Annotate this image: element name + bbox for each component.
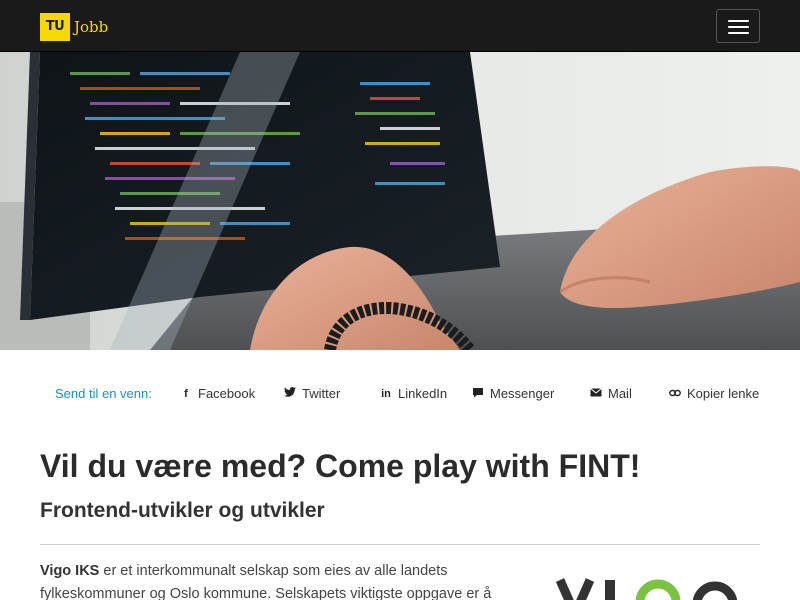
hamburger-icon-bar bbox=[728, 20, 749, 22]
share-label: Send til en venn: bbox=[55, 386, 152, 401]
tu-jobb-logo[interactable]: TU Jobb bbox=[40, 13, 108, 41]
hamburger-icon-bar bbox=[728, 26, 749, 28]
hamburger-icon-bar bbox=[728, 32, 749, 34]
share-copy-link-button[interactable]: Kopier lenke bbox=[669, 386, 759, 401]
share-messenger-button[interactable]: Messenger bbox=[472, 386, 554, 401]
facebook-icon: f bbox=[184, 387, 188, 400]
company-name: Vigo IKS bbox=[40, 563, 100, 579]
share-twitter-button[interactable]: Twitter bbox=[284, 386, 340, 401]
mail-icon bbox=[590, 387, 602, 400]
share-item-label: LinkedIn bbox=[398, 386, 448, 401]
top-navbar: TU Jobb bbox=[0, 0, 800, 52]
job-subtitle: Frontend-utvikler og utvikler bbox=[40, 499, 325, 522]
link-icon bbox=[669, 388, 681, 400]
share-item-label: Messenger bbox=[490, 386, 555, 401]
share-facebook-button[interactable]: f Facebook bbox=[180, 386, 255, 401]
job-title: Vil du være med? Come play with FINT! bbox=[40, 448, 641, 484]
hero-image bbox=[0, 52, 800, 350]
tu-logo-mark: TU bbox=[40, 13, 70, 41]
twitter-icon bbox=[284, 387, 296, 400]
hamburger-menu-button[interactable] bbox=[716, 9, 760, 43]
linkedin-icon: in bbox=[381, 387, 391, 400]
share-item-label: Twitter bbox=[302, 386, 341, 401]
share-mail-button[interactable]: Mail bbox=[590, 386, 632, 401]
share-item-label: Mail bbox=[608, 386, 632, 401]
messenger-icon bbox=[472, 387, 484, 401]
intro-text: er et interkommunalt selskap som eies av… bbox=[40, 563, 492, 600]
share-bar: Send til en venn: f Facebook Twitter in … bbox=[0, 378, 800, 410]
intro-paragraph: Vigo IKS er et interkommunalt selskap so… bbox=[40, 560, 510, 600]
share-linkedin-button[interactable]: in LinkedIn bbox=[380, 386, 447, 401]
vigo-logo bbox=[555, 574, 745, 600]
share-item-label: Kopier lenke bbox=[687, 386, 760, 401]
jobb-logo-text: Jobb bbox=[74, 18, 109, 36]
divider bbox=[40, 544, 760, 545]
share-item-label: Facebook bbox=[198, 386, 256, 401]
